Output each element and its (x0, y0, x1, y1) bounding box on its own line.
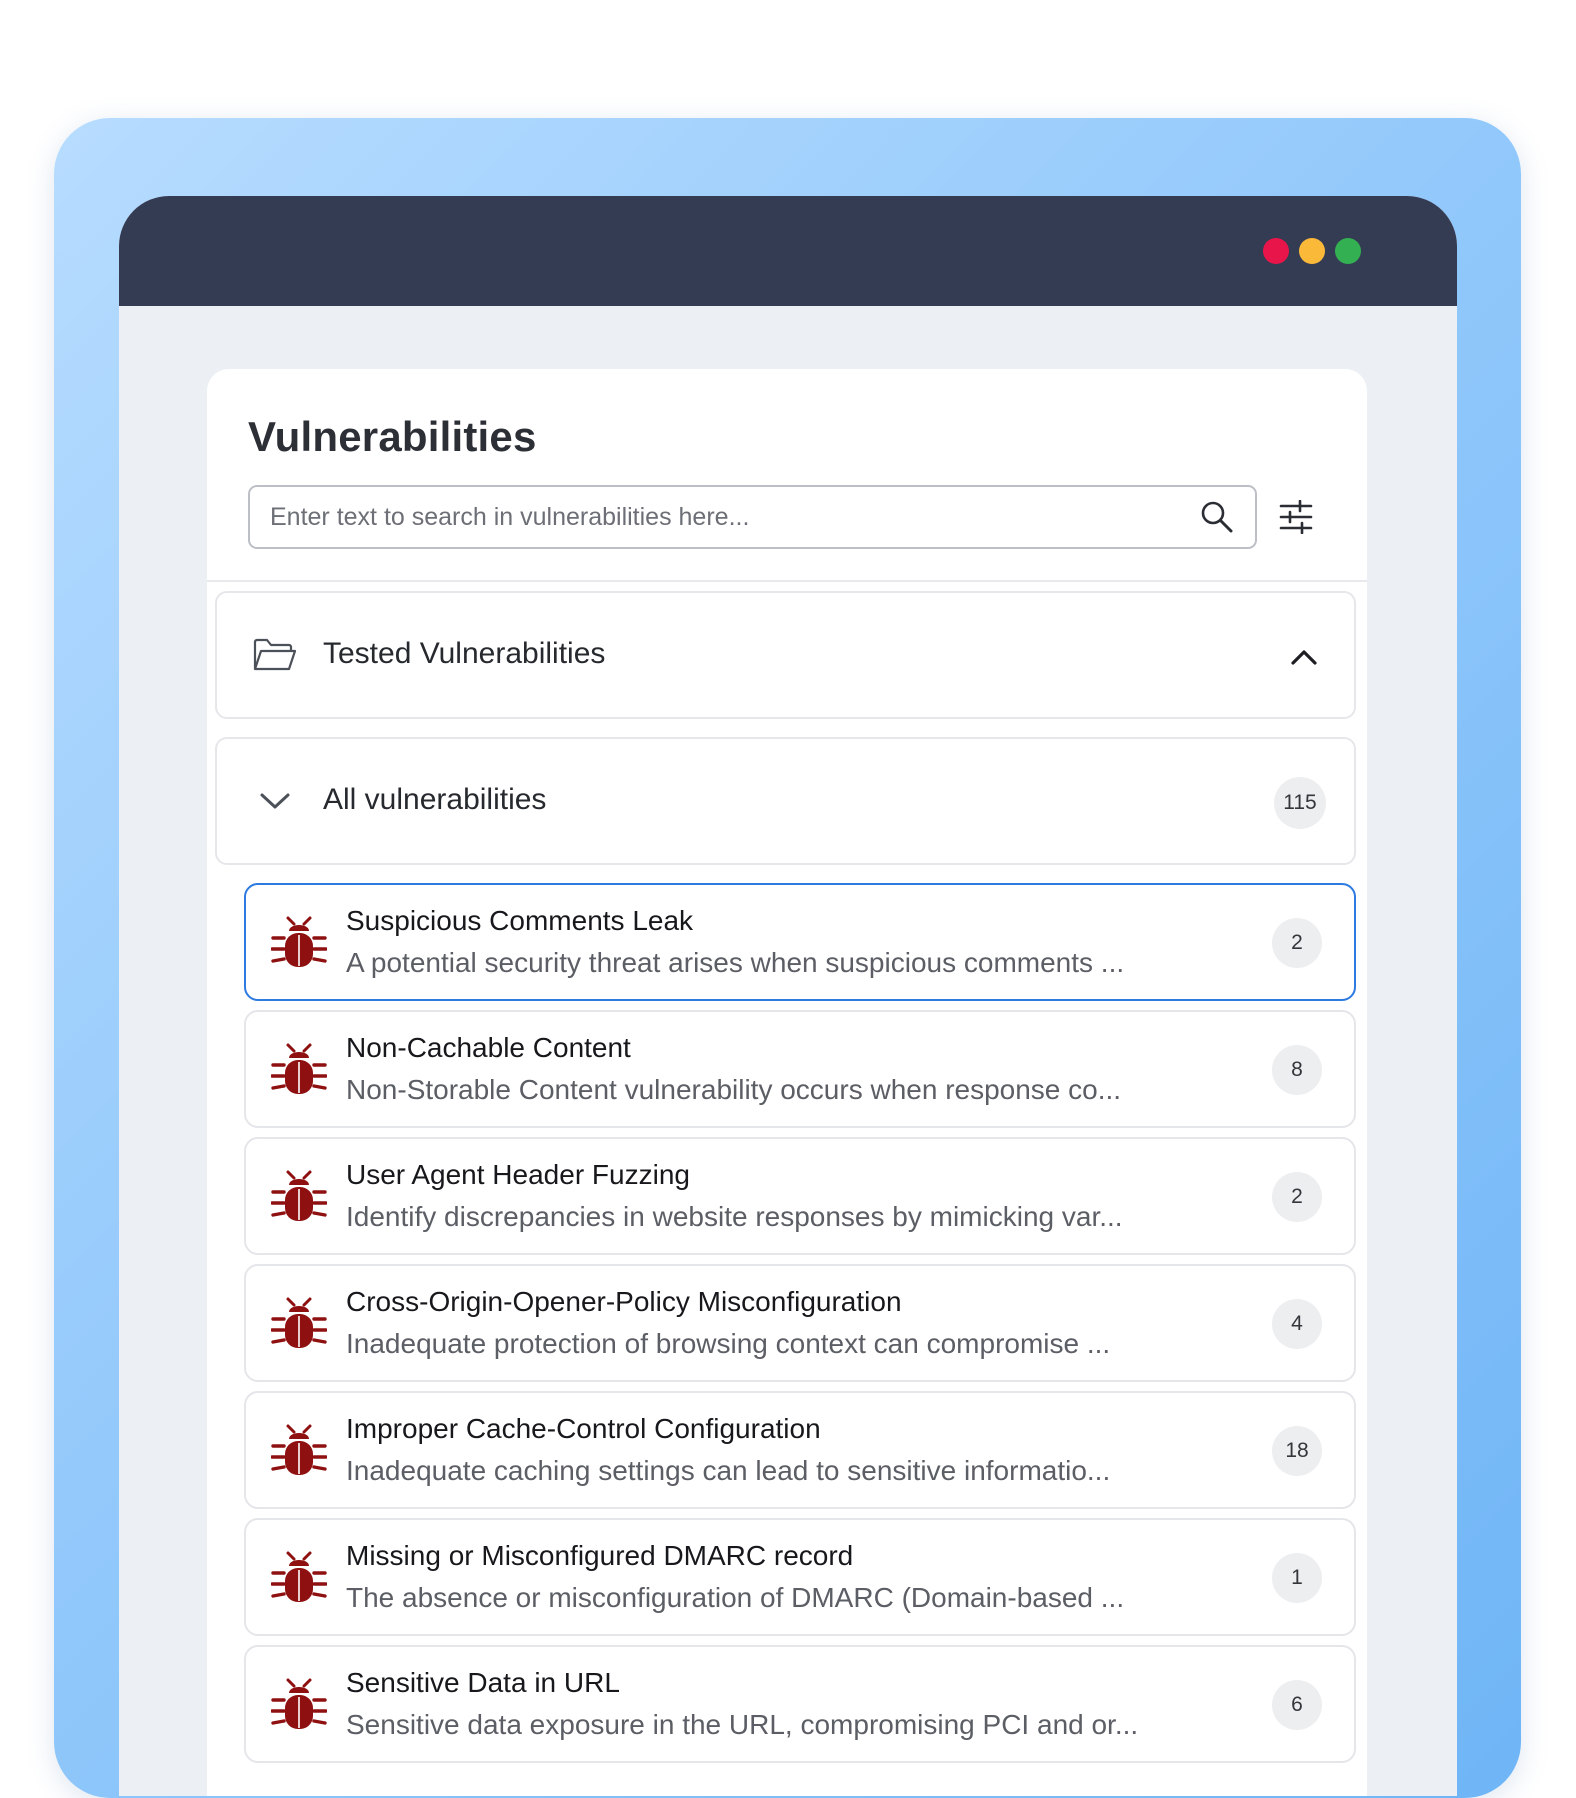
app-window: Vulnerabilities Enter text to search in … (119, 196, 1457, 1796)
all-vulnerabilities-section[interactable]: All vulnerabilities 115 (215, 737, 1356, 865)
chevron-down-icon[interactable] (251, 781, 299, 821)
chevron-up-icon[interactable] (1280, 633, 1328, 681)
header-divider (207, 580, 1367, 582)
vulnerability-description: Non-Storable Content vulnerability occur… (346, 1074, 1122, 1105)
page-title: Vulnerabilities (248, 413, 537, 460)
count-badge: 6 (1272, 1680, 1322, 1730)
maximize-button[interactable] (1335, 238, 1361, 264)
vulnerability-description: Identify discrepancies in website respon… (346, 1201, 1123, 1232)
vulnerability-item[interactable]: Non-Cachable Content Non-Storable Conten… (244, 1010, 1356, 1128)
vulnerability-title: Non-Cachable Content (346, 1032, 631, 1063)
vulnerabilities-panel: Vulnerabilities Enter text to search in … (207, 369, 1367, 1796)
bug-icon (270, 1042, 328, 1100)
vulnerability-item[interactable]: Sensitive Data in URL Sensitive data exp… (244, 1645, 1356, 1763)
vulnerability-list: Suspicious Comments Leak A potential sec… (244, 883, 1356, 1772)
bug-icon (270, 915, 328, 973)
search-box (248, 485, 1257, 549)
filter-button[interactable] (1272, 495, 1320, 543)
vulnerability-title: Suspicious Comments Leak (346, 905, 694, 936)
search-icon[interactable] (1197, 497, 1237, 537)
all-vulnerabilities-label: All vulnerabilities (323, 783, 547, 816)
vulnerability-description: The absence or misconfiguration of DMARC… (346, 1582, 1125, 1613)
vulnerability-item[interactable]: Improper Cache-Control Configuration Ina… (244, 1391, 1356, 1509)
vulnerability-description: Sensitive data exposure in the URL, comp… (346, 1709, 1139, 1740)
folder-open-icon (251, 635, 299, 675)
count-badge: 4 (1272, 1299, 1322, 1349)
vulnerability-item[interactable]: User Agent Header Fuzzing Identify discr… (244, 1137, 1356, 1255)
count-badge: 18 (1272, 1426, 1322, 1476)
vulnerability-description: Inadequate caching settings can lead to … (346, 1455, 1111, 1486)
vulnerability-title: User Agent Header Fuzzing (346, 1159, 690, 1190)
count-badge: 2 (1272, 918, 1322, 968)
count-badge: 8 (1272, 1045, 1322, 1095)
vulnerability-title: Missing or Misconfigured DMARC record (346, 1540, 854, 1571)
search-input[interactable] (250, 486, 1197, 548)
vulnerability-title: Sensitive Data in URL (346, 1667, 620, 1698)
bug-icon (270, 1677, 328, 1735)
count-badge: 115 (1274, 777, 1326, 829)
minimize-button[interactable] (1299, 238, 1325, 264)
window-titlebar (119, 196, 1457, 306)
bug-icon (270, 1423, 328, 1481)
vulnerability-title: Improper Cache-Control Configuration (346, 1413, 821, 1444)
window-controls (1263, 238, 1361, 264)
vulnerability-item[interactable]: Cross-Origin-Opener-Policy Misconfigurat… (244, 1264, 1356, 1382)
vulnerability-item[interactable]: Missing or Misconfigured DMARC record Th… (244, 1518, 1356, 1636)
bug-icon (270, 1296, 328, 1354)
close-button[interactable] (1263, 238, 1289, 264)
vulnerability-item[interactable]: Suspicious Comments Leak A potential sec… (244, 883, 1356, 1001)
vulnerability-title: Cross-Origin-Opener-Policy Misconfigurat… (346, 1286, 902, 1317)
tested-vulnerabilities-label: Tested Vulnerabilities (323, 637, 606, 670)
bug-icon (270, 1550, 328, 1608)
bug-icon (270, 1169, 328, 1227)
count-badge: 1 (1272, 1553, 1322, 1603)
vulnerability-description: Inadequate protection of browsing contex… (346, 1328, 1111, 1359)
tested-vulnerabilities-section[interactable]: Tested Vulnerabilities (215, 591, 1356, 719)
vulnerability-description: A potential security threat arises when … (346, 947, 1125, 978)
count-badge: 2 (1272, 1172, 1322, 1222)
sliders-icon (1278, 499, 1314, 539)
